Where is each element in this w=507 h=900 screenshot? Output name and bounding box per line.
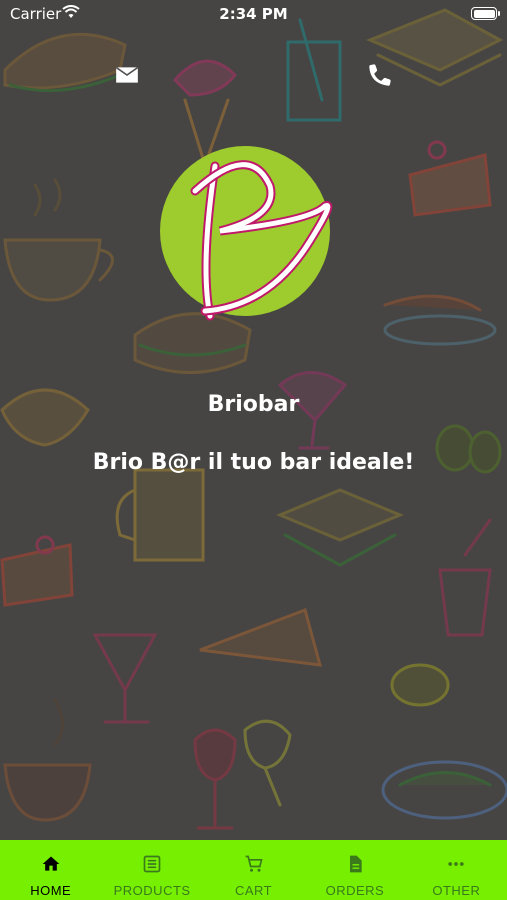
background-dim-overlay xyxy=(0,0,507,840)
tab-home-label: HOME xyxy=(30,883,72,898)
tab-cart-label: CART xyxy=(234,883,273,898)
app-name: Briobar xyxy=(207,392,300,417)
bottom-tab-bar: HOME PRODUCTS CART ORDERS OTHER xyxy=(0,840,507,900)
mail-icon[interactable] xyxy=(114,62,140,88)
tab-home[interactable]: HOME xyxy=(0,840,101,900)
app-tagline: Brio B@r il tuo bar ideale! xyxy=(92,450,415,475)
battery-icon xyxy=(471,7,500,20)
tab-orders[interactable]: ORDERS xyxy=(304,840,405,900)
document-icon xyxy=(349,855,362,873)
home-screen: Carrier 2:34 PM Briobar Brio B@r il tuo … xyxy=(0,0,507,900)
home-icon xyxy=(42,856,60,871)
briobar-logo xyxy=(160,146,333,321)
tab-other-label: OTHER xyxy=(432,883,481,898)
tab-cart[interactable]: CART xyxy=(203,840,304,900)
tab-products[interactable]: PRODUCTS xyxy=(101,840,202,900)
cart-icon xyxy=(245,855,263,872)
phone-icon[interactable] xyxy=(367,62,393,88)
more-icon xyxy=(448,862,464,866)
status-bar: Carrier 2:34 PM xyxy=(0,0,507,28)
tab-products-label: PRODUCTS xyxy=(113,883,191,898)
list-icon xyxy=(143,855,161,873)
tab-orders-label: ORDERS xyxy=(325,883,385,898)
status-time: 2:34 PM xyxy=(219,5,288,23)
tab-other[interactable]: OTHER xyxy=(406,840,507,900)
